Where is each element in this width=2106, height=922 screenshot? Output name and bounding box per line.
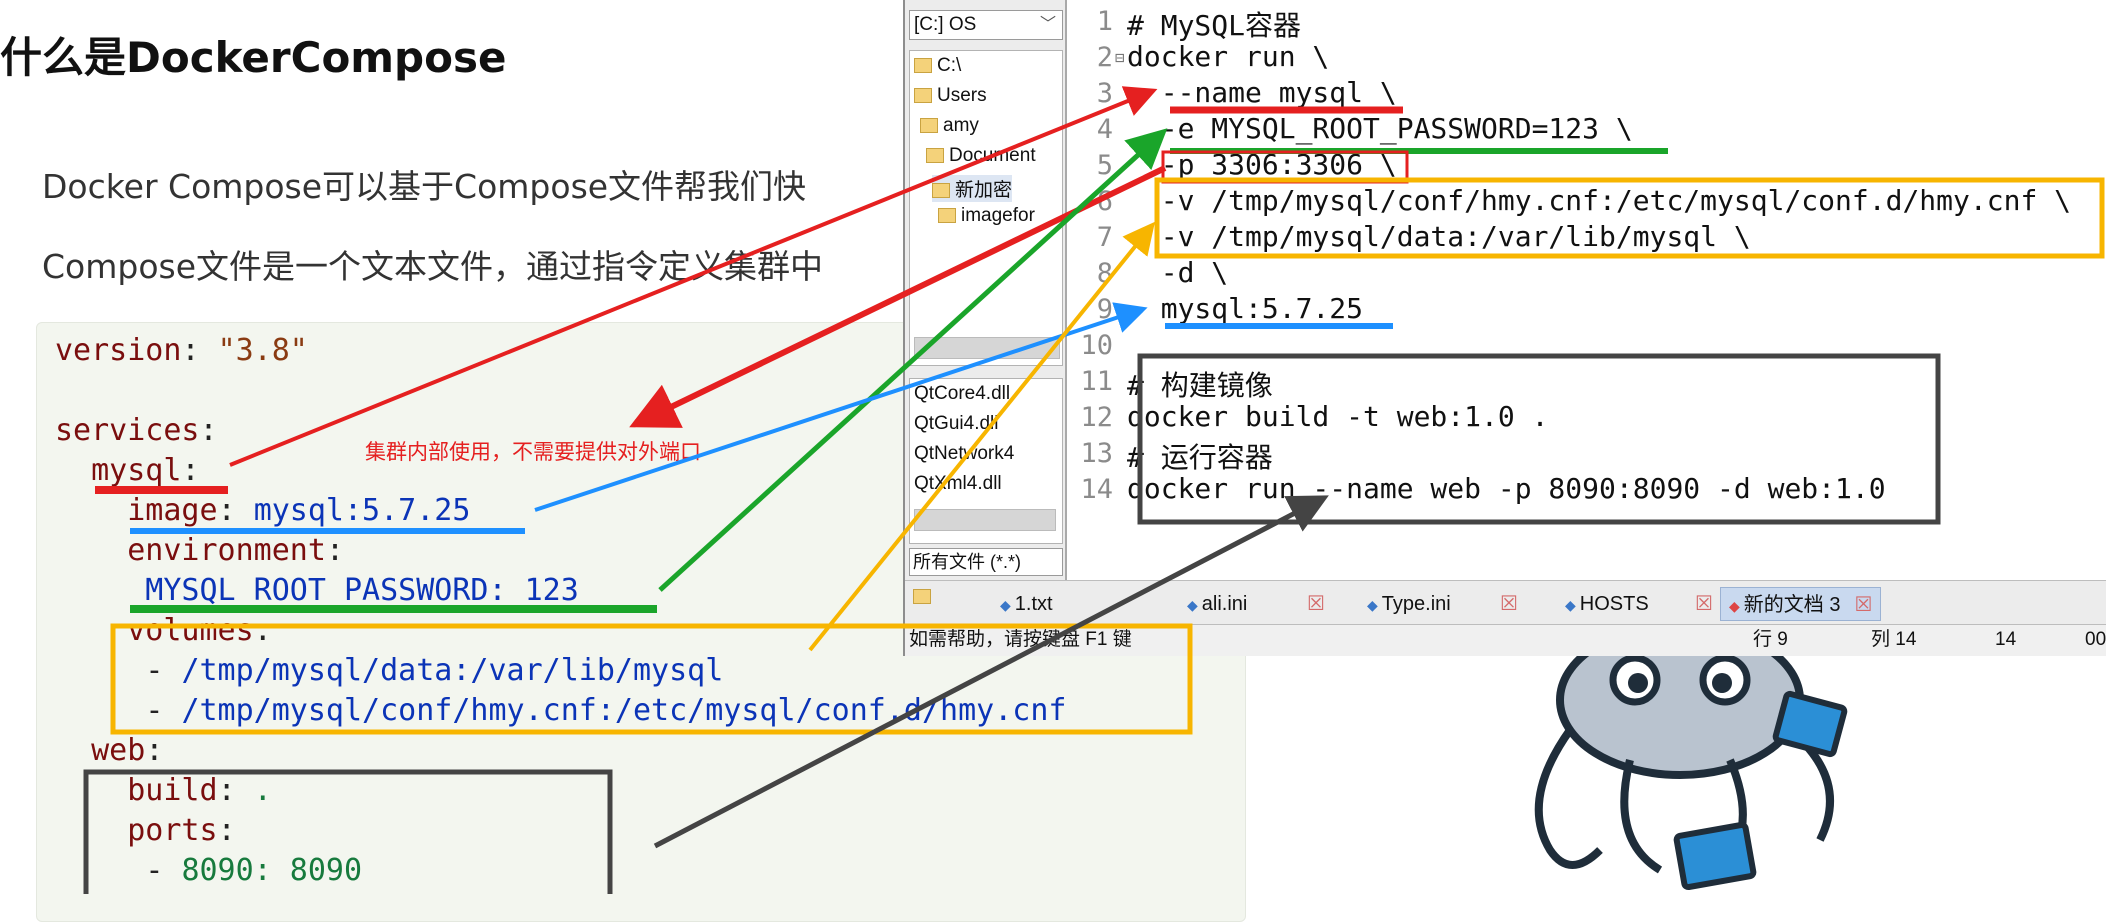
arrow-dark [653,495,1329,849]
arrow-red-note [629,165,1167,428]
box-yellow-editor [1154,177,2105,259]
box-dark-yaml [83,769,613,894]
arrow-yellow [808,221,1156,652]
arrow-red [229,86,1158,467]
arrow-blue [534,302,1148,512]
annotation-overlay [83,86,2105,894]
box-yellow-yaml [110,623,1193,735]
arrow-green [658,128,1168,592]
box-dark-editor [1137,353,1941,525]
